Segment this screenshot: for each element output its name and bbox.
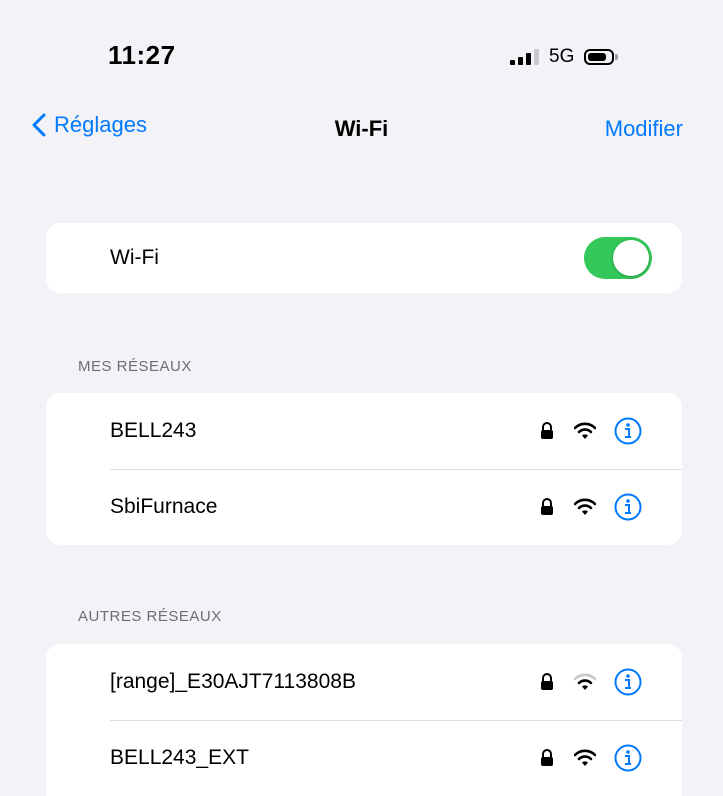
- network-row[interactable]: BELL243: [46, 393, 682, 469]
- navigation-bar: Réglages Wi-Fi Modifier: [0, 100, 723, 160]
- other-networks-header: AUTRES RÉSEAUX: [78, 608, 222, 625]
- status-indicators: 5G: [510, 42, 619, 72]
- wifi-signal-icon: [574, 749, 596, 766]
- info-button[interactable]: [614, 417, 642, 445]
- my-networks-group: BELL243 SbiFurnace: [46, 393, 682, 545]
- info-button[interactable]: [614, 668, 642, 696]
- my-networks-header: MES RÉSEAUX: [78, 358, 192, 375]
- toggle-knob: [613, 240, 649, 276]
- network-row[interactable]: [range]_E30AJT7113808B: [46, 644, 682, 720]
- wifi-signal-icon: [574, 498, 596, 515]
- wifi-toggle-switch[interactable]: [584, 237, 652, 279]
- other-networks-group: [range]_E30AJT7113808B BELL243_EXT: [46, 644, 682, 796]
- wifi-toggle-group: Wi-Fi: [46, 223, 682, 293]
- network-status-icons: [540, 720, 642, 796]
- wifi-toggle-row: Wi-Fi: [46, 223, 682, 293]
- network-name: BELL243_EXT: [110, 746, 249, 769]
- lock-icon: [541, 498, 553, 515]
- info-button[interactable]: [614, 744, 642, 772]
- network-status-icons: [540, 644, 642, 720]
- network-name: BELL243: [110, 419, 197, 442]
- network-status-icons: [540, 469, 642, 545]
- network-name: SbiFurnace: [110, 495, 218, 518]
- network-status-icons: [540, 393, 642, 469]
- lock-icon: [541, 673, 553, 690]
- lock-icon: [541, 422, 553, 439]
- wifi-signal-icon: [574, 673, 596, 690]
- info-button[interactable]: [614, 493, 642, 521]
- battery-icon: [584, 49, 619, 65]
- status-time: 11:27: [108, 40, 176, 70]
- status-bar: 11:27 5G: [0, 0, 723, 90]
- network-type: 5G: [549, 46, 575, 67]
- wifi-signal-icon: [574, 422, 596, 439]
- battery-level: [588, 53, 607, 61]
- wifi-toggle-label: Wi-Fi: [110, 246, 159, 269]
- network-row[interactable]: BELL243_EXT: [46, 720, 682, 796]
- lock-icon: [541, 749, 553, 766]
- network-row[interactable]: SbiFurnace: [46, 469, 682, 545]
- cellular-signal-icon: [510, 49, 539, 65]
- edit-button[interactable]: Modifier: [605, 116, 683, 142]
- network-name: [range]_E30AJT7113808B: [110, 670, 356, 693]
